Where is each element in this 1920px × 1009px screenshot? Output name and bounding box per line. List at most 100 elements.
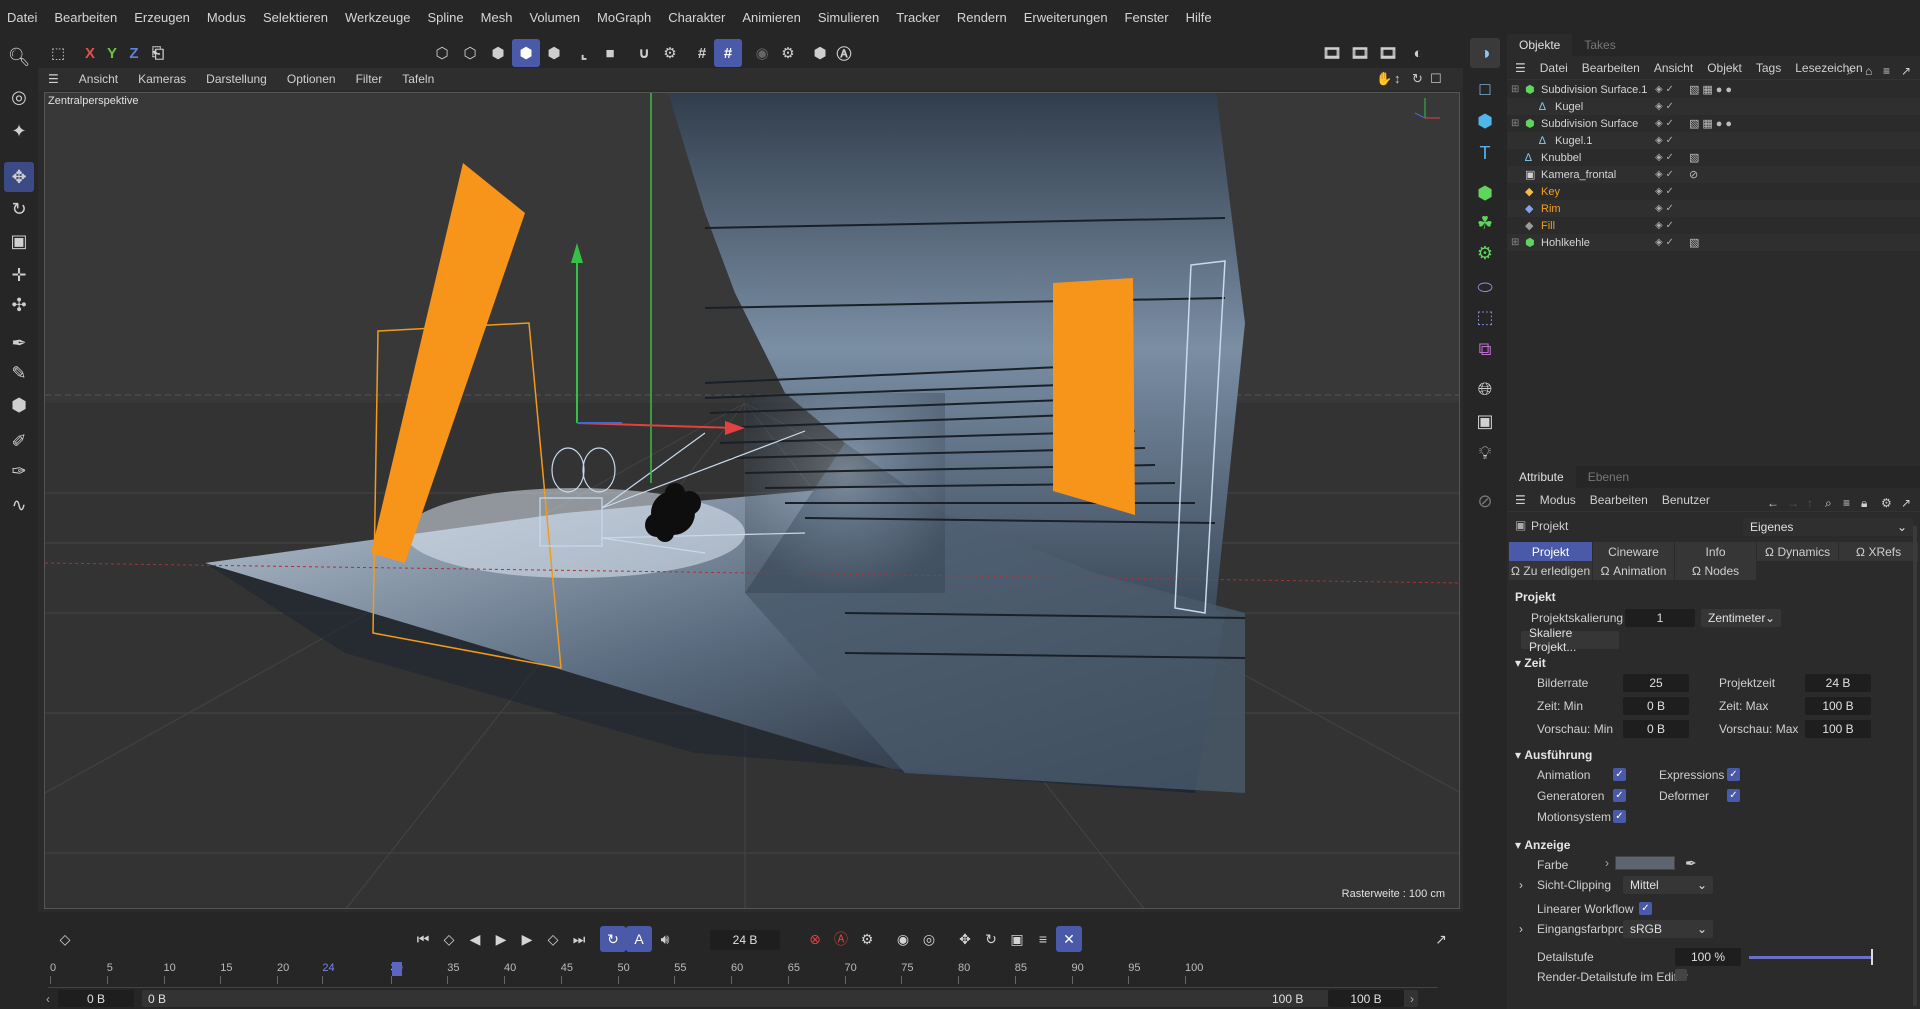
visibility-toggle-icon[interactable]: ◈ ✓ (1655, 101, 1674, 112)
object-row[interactable]: ◆ Rim ◈ ✓ (1507, 200, 1920, 217)
hamburger-icon[interactable]: ☰ (1515, 61, 1526, 75)
visibility-toggle-icon[interactable]: ◈ ✓ (1655, 152, 1674, 163)
start-frame-input[interactable]: 0 B (58, 990, 134, 1007)
attribute-menu-benutzer[interactable]: Benutzer (1662, 493, 1710, 507)
object-name[interactable]: Kugel (1555, 101, 1705, 113)
visibility-toggle-icon[interactable]: ◈ ✓ (1655, 135, 1674, 146)
playhead[interactable] (392, 962, 402, 976)
settings-icon[interactable]: ⚙ (1881, 496, 1892, 510)
rotate-tool-icon[interactable]: ↻ (4, 194, 34, 224)
object-row[interactable]: ⊞ ⬢ Subdivision Surface ◈ ✓ ▧▦●● (1507, 115, 1920, 132)
object-tag-icon[interactable]: ▧ (1689, 151, 1699, 164)
objects-menu-ansicht[interactable]: Ansicht (1654, 61, 1693, 75)
render-settings-icon[interactable]: 🎞︎ (1374, 39, 1402, 67)
section-zeit[interactable]: ▾ Zeit (1515, 656, 1546, 670)
auto-keyframe-icon[interactable]: A (626, 926, 652, 952)
scale-tool-icon[interactable]: ▣ (4, 226, 34, 256)
record-icon[interactable]: ⊗ (802, 926, 828, 952)
preset-dropdown[interactable]: Eigenes ⌄ (1743, 518, 1913, 536)
objects-menu-objekt[interactable]: Objekt (1707, 61, 1742, 75)
tab-attribute[interactable]: Attribute (1507, 466, 1576, 488)
projektzeit-input[interactable]: 24 B (1805, 674, 1871, 692)
search-icon[interactable]: 🔍︎ (4, 42, 34, 72)
visibility-toggle-icon[interactable]: ◈ ✓ (1655, 220, 1674, 231)
sicht-clipping-dropdown[interactable]: Mittel ⌄ (1623, 876, 1713, 894)
attribute-menu-modus[interactable]: Modus (1540, 493, 1576, 507)
fcurve-icon[interactable]: ↗ (1428, 926, 1454, 952)
visibility-toggle-icon[interactable]: ◈ ✓ (1655, 186, 1674, 197)
chevron-left-icon[interactable]: ‹ (46, 992, 50, 1006)
color-swatch[interactable] (1615, 856, 1675, 870)
back-arrow-icon[interactable]: ← (1767, 496, 1779, 510)
chevron-right-icon[interactable]: › (1519, 878, 1523, 892)
eyedropper-icon[interactable]: ✒ (1685, 855, 1697, 872)
section-ausfuehrung[interactable]: ▾ Ausführung (1515, 748, 1592, 762)
menu-item-modus[interactable]: Modus (207, 10, 246, 25)
previous-key-icon[interactable]: ◇ (436, 926, 462, 952)
snap-enable-icon[interactable]: # (714, 39, 742, 67)
loop-icon[interactable]: ↻ (600, 926, 626, 952)
subtab-nodes[interactable]: Ω Nodes (1675, 561, 1757, 580)
effector-icon[interactable]: ⚙ (1470, 238, 1500, 268)
viewport-3d[interactable]: Zentralperspektive Rasterweite : 100 cm (44, 92, 1460, 909)
grid-snap-icon[interactable]: # (688, 39, 716, 67)
autokey-record-icon[interactable]: Ⓐ (828, 926, 854, 952)
go-to-end-icon[interactable]: ⏭ (566, 926, 592, 952)
next-frame-icon[interactable]: ▶ (514, 926, 540, 952)
filter-icon[interactable]: ≡ (1843, 496, 1850, 510)
knife-tool-icon[interactable]: ✑ (4, 456, 34, 486)
rotate-view-icon[interactable]: ↻ (1412, 71, 1423, 87)
up-arrow-icon[interactable]: ↑ (1807, 496, 1813, 510)
menu-item-mesh[interactable]: Mesh (481, 10, 513, 25)
objects-menu-tags[interactable]: Tags (1756, 61, 1781, 75)
bend-icon[interactable]: ⬚ (1470, 302, 1500, 332)
spline-pen-icon[interactable]: ✒ (4, 328, 34, 358)
home-icon[interactable]: ⌂ (1865, 64, 1872, 78)
scrollbar[interactable] (1913, 526, 1917, 1006)
next-key-icon[interactable]: ◇ (540, 926, 566, 952)
move-view-icon[interactable]: ↕ (1394, 71, 1401, 86)
viewport-menu-ansicht[interactable]: Ansicht (79, 72, 118, 86)
points-mode-icon[interactable]: ⬡ (428, 39, 456, 67)
deformer-icon[interactable]: ⬭ (1470, 272, 1500, 302)
sculpt-tool-icon[interactable]: ∿ (4, 490, 34, 520)
maximize-view-icon[interactable]: ☐ (1430, 71, 1442, 87)
hamburger-icon[interactable]: ☰ (1515, 493, 1526, 507)
param-key-icon[interactable]: ≡ (1030, 926, 1056, 952)
polygon-tool-icon[interactable]: ⬢ (4, 390, 34, 420)
skaliere-projekt-button[interactable]: Skaliere Projekt... (1521, 626, 1619, 654)
object-row[interactable]: ∆ Kugel ◈ ✓ (1507, 98, 1920, 115)
pan-view-icon[interactable]: ✋ (1376, 71, 1392, 87)
viewport-menu-kameras[interactable]: Kameras (138, 72, 186, 86)
object-row[interactable]: ∆ Kugel.1 ◈ ✓ (1507, 132, 1920, 149)
subtab-animation[interactable]: Ω Animation (1593, 561, 1675, 580)
detailstufe-input[interactable]: 100 % (1675, 948, 1741, 966)
linearer-workflow-checkbox[interactable]: ✓ (1639, 902, 1652, 915)
search-icon[interactable]: ⌕ (1825, 496, 1832, 511)
position-key-icon[interactable]: ✥ (952, 926, 978, 952)
render-region-icon[interactable]: 🎞︎ (1318, 39, 1346, 67)
field-icon[interactable]: ⧉ (1470, 334, 1500, 364)
projektskalierung-input[interactable]: 1 (1625, 609, 1695, 627)
menu-item-rendern[interactable]: Rendern (957, 10, 1007, 25)
keyframe-settings-icon[interactable]: ⚙ (854, 926, 880, 952)
move-tool-icon[interactable]: ✥ (4, 162, 34, 192)
end-frame-input[interactable]: 100 B (1328, 990, 1404, 1007)
quantize-icon[interactable]: ◉ (748, 39, 776, 67)
sound-icon[interactable]: 🔊︎ (652, 926, 678, 952)
object-row[interactable]: ◆ Key ◈ ✓ (1507, 183, 1920, 200)
current-frame-input[interactable]: 24 B (710, 930, 780, 950)
lock-icon[interactable]: 🔒︎ (1861, 496, 1867, 511)
menu-item-werkzeuge[interactable]: Werkzeuge (345, 10, 411, 25)
text-icon[interactable]: T (1470, 138, 1500, 168)
forward-arrow-icon[interactable]: → (1787, 496, 1799, 510)
camera-icon[interactable]: ▣ (1470, 406, 1500, 436)
chevron-right-icon[interactable]: › (1519, 922, 1523, 936)
menu-item-datei[interactable]: Datei (7, 10, 37, 25)
expand-icon[interactable]: ↗ (1901, 64, 1911, 78)
paint-tool-icon[interactable]: ✎ (4, 358, 34, 388)
object-row[interactable]: ◆ Fill ◈ ✓ (1507, 217, 1920, 234)
expressions-checkbox[interactable]: ✓ (1727, 768, 1740, 781)
motionsystem-checkbox[interactable]: ✓ (1613, 810, 1626, 823)
menu-item-fenster[interactable]: Fenster (1125, 10, 1169, 25)
